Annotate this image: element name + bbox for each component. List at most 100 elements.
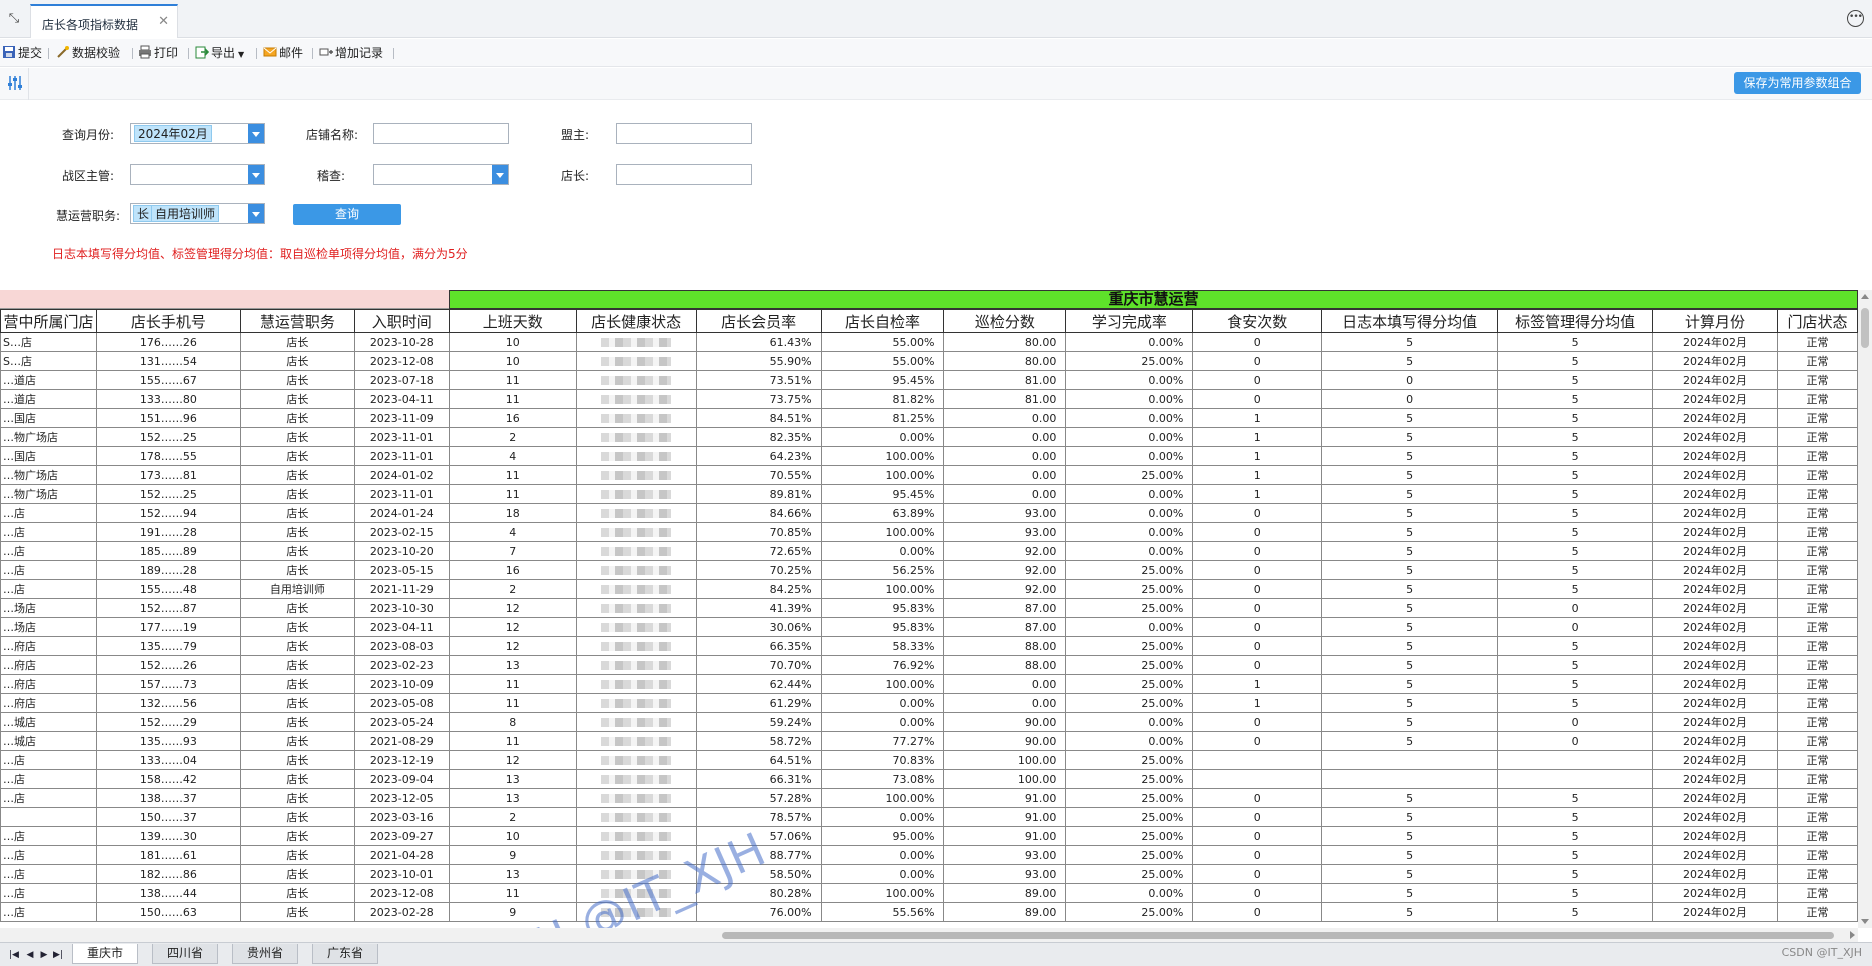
dropdown-arrow-icon[interactable] — [248, 204, 264, 223]
column-header[interactable]: 日志本填写得分均值 — [1321, 309, 1499, 333]
phone-cell: 135……93 — [95, 731, 241, 751]
column-header[interactable]: 店长会员率 — [695, 309, 822, 333]
table-row[interactable]: …店 181……61 店长 2021-04-28 9 88.77% 0.00% 93.00 25… — [0, 845, 1858, 865]
table-row[interactable]: …物广场店 152……25 店长 2023-11-01 11 89.81% 95.45% 0.… — [0, 484, 1858, 504]
table-row[interactable]: …府店 157……73 店长 2023-10-09 11 62.44% 100.00% 0.0… — [0, 674, 1858, 694]
table-row[interactable]: …道店 133……80 店长 2023-04-11 11 73.75% 81.82% 81.0… — [0, 389, 1858, 409]
add-record-button[interactable]: 增加记录 — [319, 44, 383, 62]
food-cell: 0 — [1192, 522, 1323, 542]
member-cell: 84.25% — [695, 579, 822, 599]
prev-sheet-icon[interactable]: ◀ — [24, 949, 36, 961]
close-icon[interactable]: ✕ — [158, 14, 169, 29]
export-button[interactable]: 导出 ▼ — [195, 44, 244, 62]
dropdown-arrow-icon[interactable] — [248, 165, 264, 184]
table-row[interactable]: …店 138……44 店长 2023-12-08 11 80.28% 100.00% 89.0… — [0, 883, 1858, 903]
store-name-input[interactable] — [373, 123, 509, 144]
mail-button[interactable]: 邮件 — [263, 44, 303, 62]
learn-cell: 25.00% — [1065, 693, 1194, 713]
column-header[interactable]: 食安次数 — [1192, 309, 1323, 333]
query-button[interactable]: 查询 — [293, 204, 401, 225]
scroll-right-icon[interactable] — [1850, 931, 1855, 939]
franchisee-input[interactable] — [616, 123, 752, 144]
collapse-icon[interactable]: ⤡ — [6, 11, 22, 27]
scroll-thumb[interactable] — [1861, 308, 1869, 348]
table-row[interactable]: …店 189……28 店长 2023-05-15 16 70.25% 56.25% 92.00… — [0, 560, 1858, 580]
scroll-down-icon[interactable] — [1861, 919, 1869, 924]
table-row[interactable]: S…店 131……54 店长 2023-12-08 10 55.90% 55.00% 80.0… — [0, 351, 1858, 371]
store-manager-input[interactable] — [616, 164, 752, 185]
column-header[interactable]: 巡检分数 — [943, 309, 1067, 333]
sheet-tab-guangdong[interactable]: 广东省 — [312, 944, 379, 964]
audit-select[interactable] — [373, 164, 509, 185]
month-cell: 2024年02月 — [1652, 370, 1778, 390]
more-options-icon[interactable]: ••• — [1847, 10, 1864, 27]
last-sheet-icon[interactable]: ▶| — [52, 949, 64, 961]
column-header[interactable]: 标签管理得分均值 — [1497, 309, 1654, 333]
chevron-down-icon: ▼ — [238, 50, 245, 59]
table-row[interactable]: …店 150……63 店长 2023-02-28 9 76.00% 55.56% 89.00 2… — [0, 902, 1858, 922]
column-header[interactable]: 营中所属门店 — [0, 309, 97, 333]
sheet-tab-chongqing[interactable]: 重庆市 — [72, 944, 139, 964]
sliders-icon[interactable] — [6, 74, 24, 92]
dropdown-arrow-icon[interactable] — [492, 165, 508, 184]
print-button[interactable]: 打印 — [138, 44, 178, 62]
table-row[interactable]: …国店 178……55 店长 2023-11-01 4 64.23% 100.00% 0.00… — [0, 446, 1858, 466]
table-row[interactable]: …店 139……30 店长 2023-09-27 10 57.06% 95.00% 91.00… — [0, 826, 1858, 846]
column-header[interactable]: 学习完成率 — [1065, 309, 1194, 333]
table-row[interactable]: …店 182……86 店长 2023-10-01 13 58.50% 0.00% 93.00 2… — [0, 864, 1858, 884]
table-row[interactable]: S…店 176……26 店长 2023-10-28 10 61.43% 55.00% 80.0… — [0, 332, 1858, 352]
role-multiselect[interactable]: 长 自用培训师 — [130, 203, 265, 224]
first-sheet-icon[interactable]: |◀ — [8, 949, 20, 961]
self-cell: 70.83% — [820, 750, 945, 770]
table-row[interactable]: …城店 135……93 店长 2021-08-29 11 58.72% 77.27% 90.0… — [0, 731, 1858, 751]
submit-button[interactable]: 提交 — [2, 44, 42, 62]
table-row[interactable]: …店 155……48 自用培训师 2021-11-29 2 84.25% 100.00% 92… — [0, 579, 1858, 599]
scroll-up-icon[interactable] — [1861, 294, 1869, 299]
table-row[interactable]: …府店 152……26 店长 2023-02-23 13 70.70% 76.92% 88.0… — [0, 655, 1858, 675]
column-header[interactable]: 上班天数 — [448, 309, 577, 333]
table-row[interactable]: …国店 151……96 店长 2023-11-09 16 84.51% 81.25% 0.00… — [0, 408, 1858, 428]
dropdown-arrow-icon[interactable] — [248, 124, 264, 143]
validate-button[interactable]: 数据校验 — [56, 44, 120, 62]
column-header[interactable]: 门店状态 — [1776, 309, 1858, 333]
table-row[interactable]: …场店 152……87 店长 2023-10-30 12 41.39% 95.83% 87.0… — [0, 598, 1858, 618]
table-row[interactable]: …店 133……04 店长 2023-12-19 12 64.51% 70.83% 100.0… — [0, 750, 1858, 770]
district-manager-select[interactable] — [130, 164, 265, 185]
month-cell: 2024年02月 — [1652, 636, 1778, 656]
horizontal-scrollbar[interactable] — [0, 928, 1858, 942]
column-header[interactable]: 店长手机号 — [95, 309, 241, 333]
table-row[interactable]: …府店 135……79 店长 2023-08-03 12 66.35% 58.33% 88.0… — [0, 636, 1858, 656]
table-row[interactable]: …店 138……37 店长 2023-12-05 13 57.28% 100.00% 91.0… — [0, 788, 1858, 808]
table-row[interactable]: …城店 152……29 店长 2023-05-24 8 59.24% 0.00% 90.00 0… — [0, 712, 1858, 732]
table-row[interactable]: …店 158……42 店长 2023-09-04 13 66.31% 73.08% 100.0… — [0, 769, 1858, 789]
redacted-block — [601, 338, 672, 347]
scroll-thumb[interactable] — [722, 932, 1834, 939]
next-sheet-icon[interactable]: ▶ — [38, 949, 50, 961]
phone-cell: 152……26 — [95, 655, 241, 675]
tab-store-manager-metrics[interactable]: 店长各项指标数据 ✕ — [30, 4, 178, 38]
table-row[interactable]: …物广场店 152……25 店长 2023-11-01 2 82.35% 0.00% 0.00… — [0, 427, 1858, 447]
table-row[interactable]: …店 185……89 店长 2023-10-20 7 72.65% 0.00% 92.00 0.… — [0, 541, 1858, 561]
table-row[interactable]: 150……37 店长 2023-03-16 2 78.57% 0.00% 91.00 25.0… — [0, 807, 1858, 827]
report-grid: 重庆市慧运营 营中所属门店 店长手机号 慧运营职务 入职时间 上班天数 店长健康… — [0, 290, 1858, 928]
column-header[interactable]: 入职时间 — [353, 309, 450, 333]
food-cell: 1 — [1192, 693, 1323, 713]
column-header[interactable]: 店长健康状态 — [575, 309, 697, 333]
vertical-scrollbar[interactable] — [1858, 290, 1872, 928]
save-parameter-combo-button[interactable]: 保存为常用参数组合 — [1734, 72, 1861, 94]
table-row[interactable]: …府店 132……56 店长 2023-05-08 11 61.29% 0.00% 0.00 2… — [0, 693, 1858, 713]
status-cell: 正常 — [1776, 332, 1858, 352]
table-row[interactable]: …店 152……94 店长 2024-01-24 18 84.66% 63.89% 93.00… — [0, 503, 1858, 523]
days-cell: 12 — [448, 750, 577, 770]
month-select[interactable]: 2024年02月 — [130, 123, 265, 144]
member-cell: 57.28% — [695, 788, 822, 808]
column-header[interactable]: 慧运营职务 — [239, 309, 355, 333]
table-row[interactable]: …物广场店 173……81 店长 2024-01-02 11 70.55% 100.00% 0… — [0, 465, 1858, 485]
column-header[interactable]: 店长自检率 — [820, 309, 945, 333]
sheet-tab-guizhou[interactable]: 贵州省 — [232, 944, 299, 964]
column-header[interactable]: 计算月份 — [1652, 309, 1778, 333]
sheet-tab-sichuan[interactable]: 四川省 — [152, 944, 219, 964]
table-row[interactable]: …场店 177……19 店长 2023-04-11 12 30.06% 95.83% 87.0… — [0, 617, 1858, 637]
table-row[interactable]: …店 191……28 店长 2023-02-15 4 70.85% 100.00% 93.00… — [0, 522, 1858, 542]
table-row[interactable]: …道店 155……67 店长 2023-07-18 11 73.51% 95.45% 81.0… — [0, 370, 1858, 390]
